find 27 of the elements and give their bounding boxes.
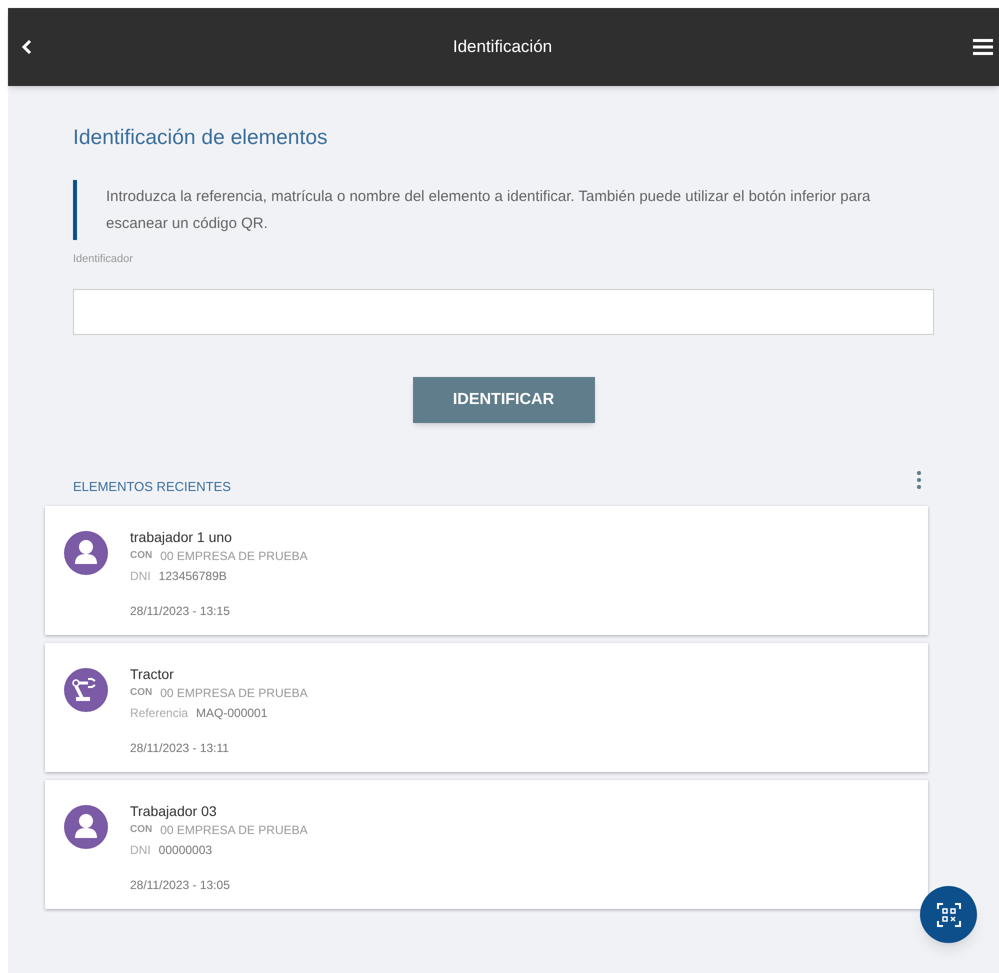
item-date: 28/11/2023 - 13:05 — [130, 876, 231, 894]
id-value: MAQ-000001 — [196, 704, 268, 722]
id-label: Referencia — [130, 704, 188, 722]
section-heading: Identificación de elementos — [73, 125, 328, 151]
recent-title: ELEMENTOS RECIENTES — [73, 478, 231, 496]
company-label: CON — [130, 822, 152, 836]
page-title: Identificación — [452, 36, 552, 58]
id-label: DNI — [130, 842, 151, 858]
company-label: CON — [130, 548, 152, 562]
item-date: 28/11/2023 - 13:11 — [130, 740, 230, 756]
item-date: 28/11/2023 - 13:15 — [130, 602, 231, 620]
item-name: trabajador 1 uno — [130, 528, 233, 546]
company-name: 00 EMPRESA DE PRUEBA — [160, 684, 308, 702]
id-value: 123456789B — [158, 568, 227, 584]
instructions-text: Introduzca la referencia, matrícula o nombre del elemento a identificar. También puede utilizar el botón inferior para escanear un código QR. — [106, 186, 872, 234]
company-name: 00 EMPRESA DE PRUEBA — [160, 548, 308, 564]
recent-item-card[interactable]: Trabajador 03 CON 00 EMPRESA DE PRUEBA DNI 00000003 28/11/2023 - 13:05 — [45, 780, 928, 908]
identify-button[interactable]: IDENTIFICAR — [412, 377, 594, 423]
company-name: 00 EMPRESA DE PRUEBA — [160, 822, 308, 838]
id-label: DNI — [130, 568, 151, 584]
company-label: CON — [130, 686, 152, 700]
id-value: 00000003 — [158, 842, 212, 858]
item-name: Tractor — [130, 664, 175, 682]
item-name: Trabajador 03 — [130, 802, 218, 820]
recent-item-card[interactable]: Tractor CON 00 EMPRESA DE PRUEBA Referencia MAQ-000001 28/11/2023 - 13:11 — [45, 642, 928, 772]
field-label: Identificador — [73, 252, 134, 266]
recent-item-card[interactable]: trabajador 1 uno CON 00 EMPRESA DE PRUEBA DNI 123456789B 28/11/2023 - 13:15 — [45, 506, 928, 634]
